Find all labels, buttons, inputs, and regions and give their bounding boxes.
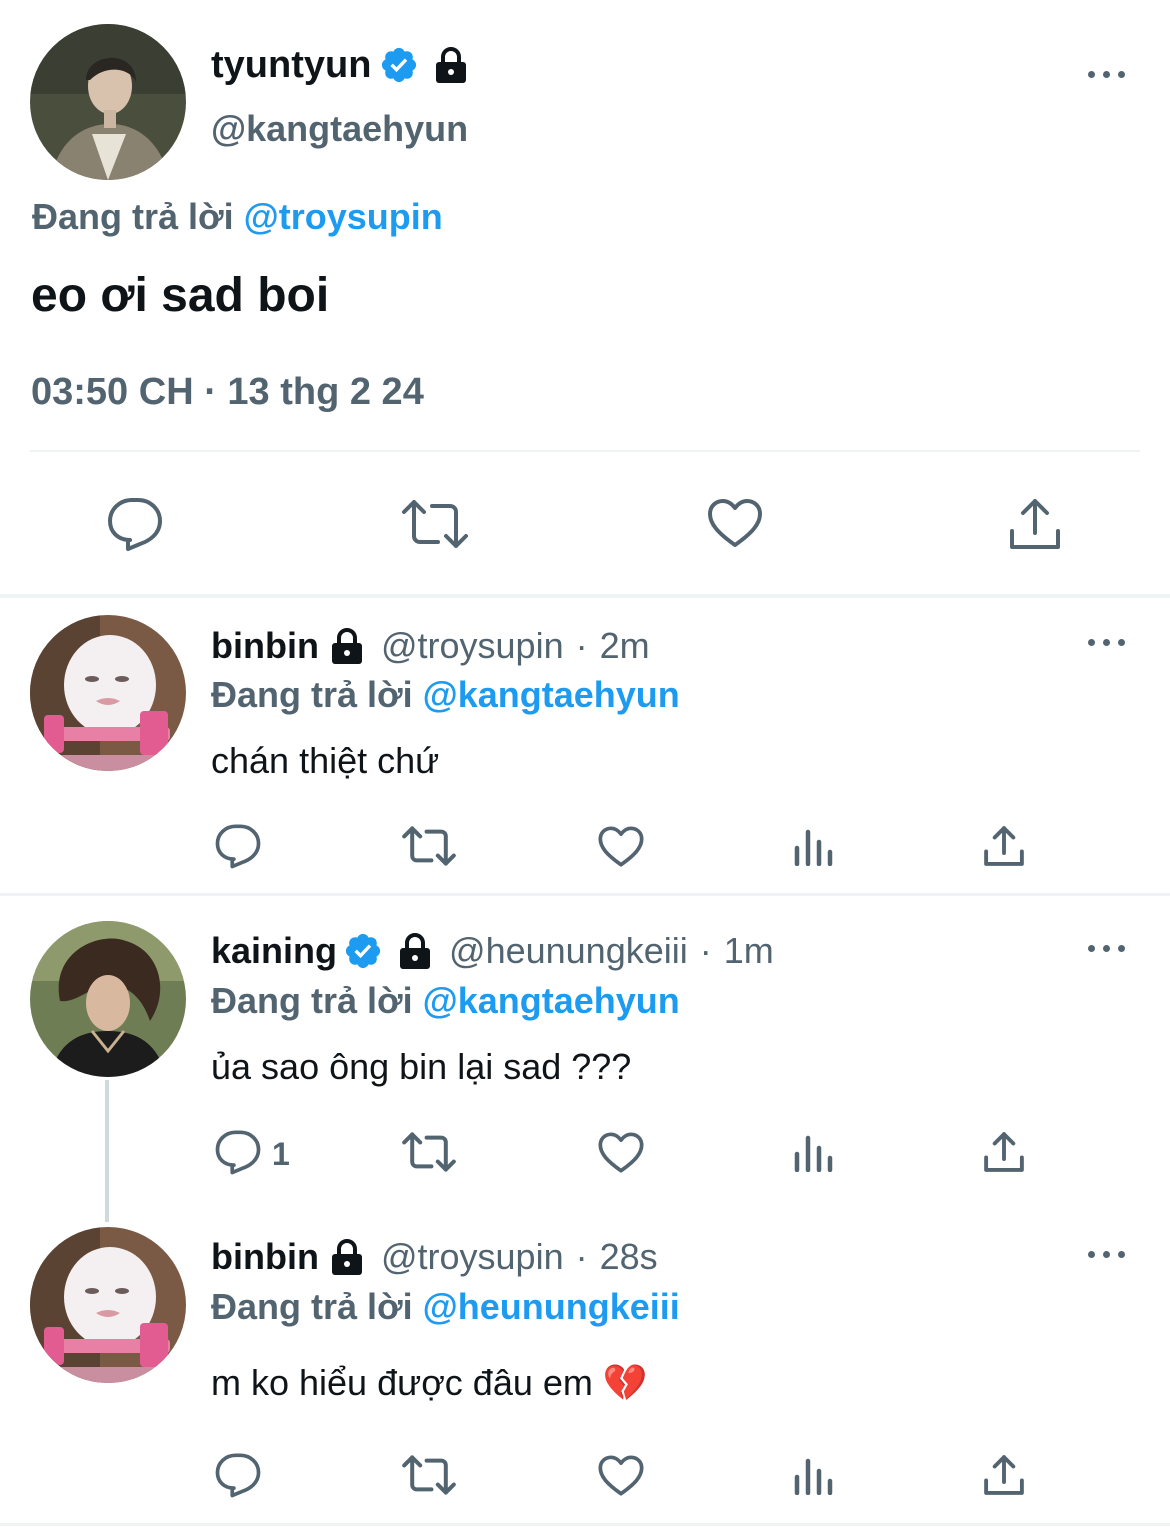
- replying-prefix: Đang trả lời: [211, 674, 413, 715]
- lock-icon: [329, 1238, 365, 1276]
- section-divider: [0, 594, 1170, 598]
- reply-icon[interactable]: [214, 823, 262, 874]
- broken-heart-emoji: 💔: [602, 1362, 648, 1403]
- replying-to-line: Đang trả lời @kangtaehyun: [211, 674, 680, 716]
- lock-icon: [433, 46, 469, 84]
- retweet-icon[interactable]: [400, 498, 470, 555]
- share-icon[interactable]: [1008, 497, 1062, 556]
- display-name[interactable]: binbin: [211, 625, 319, 667]
- tweet-text: ủa sao ông bin lại sad ???: [211, 1046, 632, 1087]
- like-icon[interactable]: [597, 1131, 645, 1179]
- lock-icon: [329, 627, 365, 665]
- separator-dot: ·: [575, 625, 588, 666]
- tweet-text-line: m ko hiểu được đâu em 💔: [211, 1362, 648, 1404]
- handle[interactable]: @troysupin: [381, 625, 564, 667]
- handle[interactable]: @kangtaehyun: [211, 108, 468, 150]
- divider: [30, 450, 1140, 452]
- thread-connector: [105, 1080, 109, 1222]
- handle[interactable]: @heunungkeiii: [449, 930, 688, 972]
- like-icon[interactable]: [706, 497, 764, 554]
- relative-time[interactable]: 1m: [724, 930, 774, 972]
- views-icon[interactable]: [793, 1457, 833, 1500]
- separator-dot: ·: [575, 1236, 588, 1277]
- more-options-icon[interactable]: [1088, 1248, 1128, 1260]
- tweet-text: chán thiệt chứ: [211, 740, 440, 781]
- verified-badge-icon: [379, 45, 419, 85]
- share-icon[interactable]: [983, 1454, 1025, 1501]
- retweet-icon[interactable]: [401, 1454, 457, 1501]
- avatar[interactable]: [30, 1227, 186, 1383]
- relative-time[interactable]: 28s: [600, 1236, 658, 1278]
- reply-count: 1: [272, 1136, 290, 1172]
- retweet-icon[interactable]: [401, 825, 457, 872]
- display-name[interactable]: binbin: [211, 1236, 319, 1278]
- avatar[interactable]: [30, 24, 186, 180]
- reply-icon[interactable]: [106, 496, 164, 557]
- replying-to-line: Đang trả lời @kangtaehyun: [211, 980, 680, 1022]
- replying-prefix: Đang trả lời: [211, 1286, 413, 1327]
- verified-badge-icon: [343, 931, 383, 971]
- replying-to-link[interactable]: @kangtaehyun: [423, 980, 680, 1021]
- avatar[interactable]: [30, 921, 186, 1077]
- reply-icon[interactable]: [214, 1129, 262, 1180]
- replying-to-link[interactable]: @heunungkeiii: [423, 1286, 680, 1327]
- replying-to-link[interactable]: @troysupin: [244, 196, 443, 237]
- reply-icon[interactable]: [214, 1452, 262, 1503]
- views-icon[interactable]: [793, 828, 833, 871]
- section-divider: [0, 1523, 1170, 1526]
- replying-prefix: Đang trả lời: [32, 196, 234, 237]
- retweet-icon[interactable]: [401, 1131, 457, 1178]
- avatar[interactable]: [30, 615, 186, 771]
- lock-icon: [397, 932, 433, 970]
- handle[interactable]: @troysupin: [381, 1236, 564, 1278]
- replying-to-link[interactable]: @kangtaehyun: [423, 674, 680, 715]
- display-name[interactable]: tyuntyun: [211, 44, 371, 87]
- replying-prefix: Đang trả lời: [211, 980, 413, 1021]
- relative-time[interactable]: 2m: [600, 625, 650, 667]
- more-options-icon[interactable]: [1088, 636, 1128, 648]
- share-icon[interactable]: [983, 1131, 1025, 1178]
- more-options-icon[interactable]: [1088, 68, 1128, 80]
- separator-dot: ·: [699, 930, 712, 971]
- like-icon[interactable]: [597, 1454, 645, 1502]
- section-divider: [0, 893, 1170, 896]
- tweet-text: m ko hiểu được đâu em: [211, 1362, 593, 1403]
- tweet-text: eo ơi sad boi: [31, 269, 330, 322]
- like-icon[interactable]: [597, 825, 645, 873]
- views-icon[interactable]: [793, 1134, 833, 1177]
- replying-to-line: Đang trả lời @heunungkeiii: [211, 1286, 680, 1328]
- more-options-icon[interactable]: [1088, 942, 1128, 954]
- display-name[interactable]: kaining: [211, 930, 337, 972]
- timestamp[interactable]: 03:50 CH · 13 thg 2 24: [31, 371, 424, 414]
- share-icon[interactable]: [983, 825, 1025, 872]
- replying-to-line: Đang trả lời @troysupin: [32, 196, 443, 238]
